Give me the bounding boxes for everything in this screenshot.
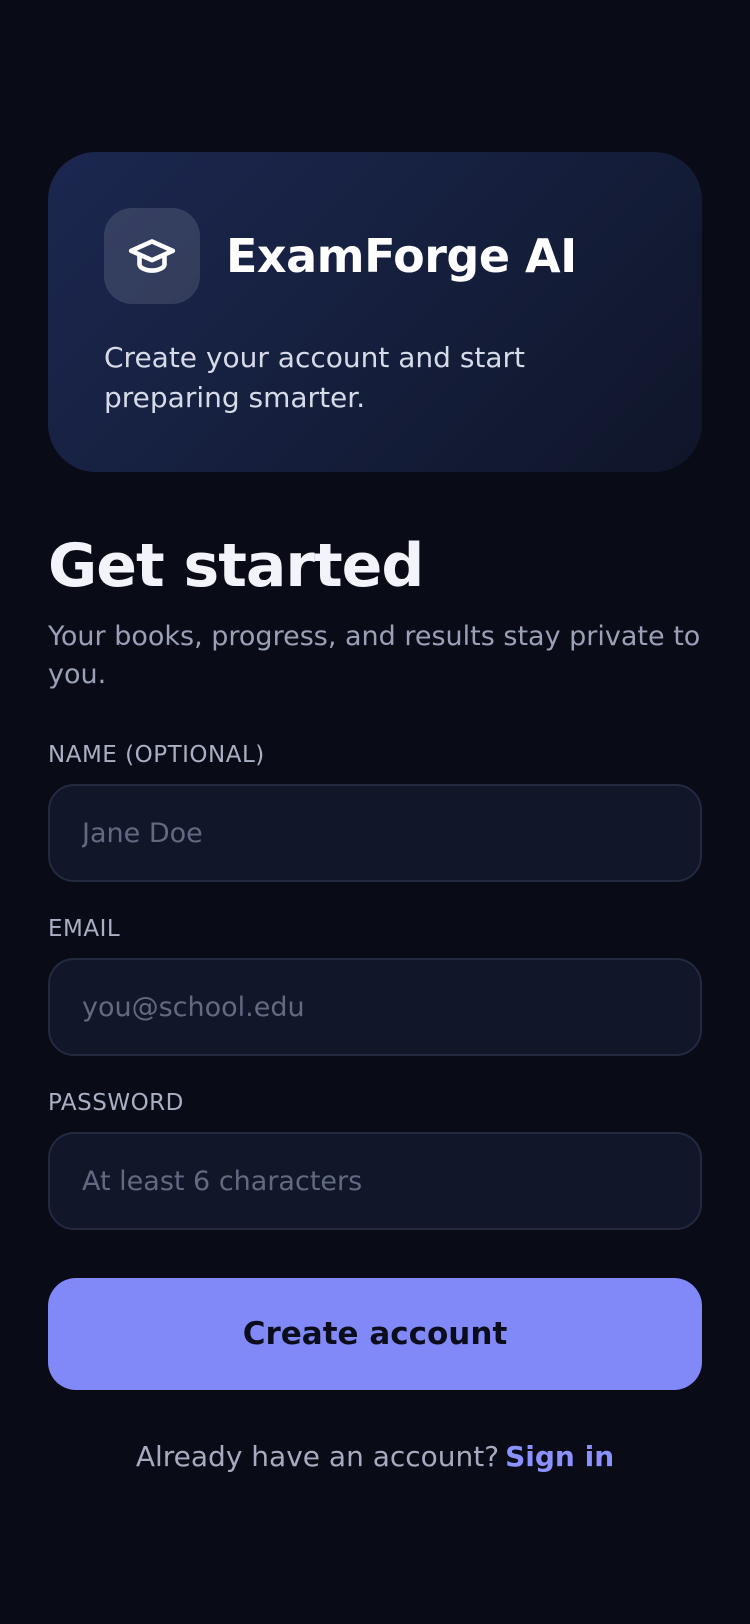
graduation-cap-icon xyxy=(104,208,200,304)
signup-page: ExamForge AI Create your account and sta… xyxy=(48,152,702,1473)
brand-card: ExamForge AI Create your account and sta… xyxy=(48,152,702,472)
page-title: Get started xyxy=(48,531,424,601)
signin-prompt-row: Already have an account? Sign in xyxy=(48,1440,702,1473)
password-input[interactable] xyxy=(48,1132,702,1230)
sign-in-link[interactable]: Sign in xyxy=(505,1440,614,1473)
email-label: EMAIL xyxy=(48,916,121,942)
email-input[interactable] xyxy=(48,958,702,1056)
create-account-button[interactable]: Create account xyxy=(48,1278,702,1390)
brand-tagline: Create your account and start preparing … xyxy=(104,341,526,414)
name-input[interactable] xyxy=(48,784,702,882)
signin-prompt-text: Already have an account? xyxy=(135,1440,500,1473)
name-label: NAME (OPTIONAL) xyxy=(48,742,265,768)
page-subtitle: Your books, progress, and results stay p… xyxy=(48,621,701,690)
brand-name: ExamForge AI xyxy=(226,229,577,283)
password-label: PASSWORD xyxy=(48,1090,184,1116)
brand-row: ExamForge AI xyxy=(104,208,646,304)
